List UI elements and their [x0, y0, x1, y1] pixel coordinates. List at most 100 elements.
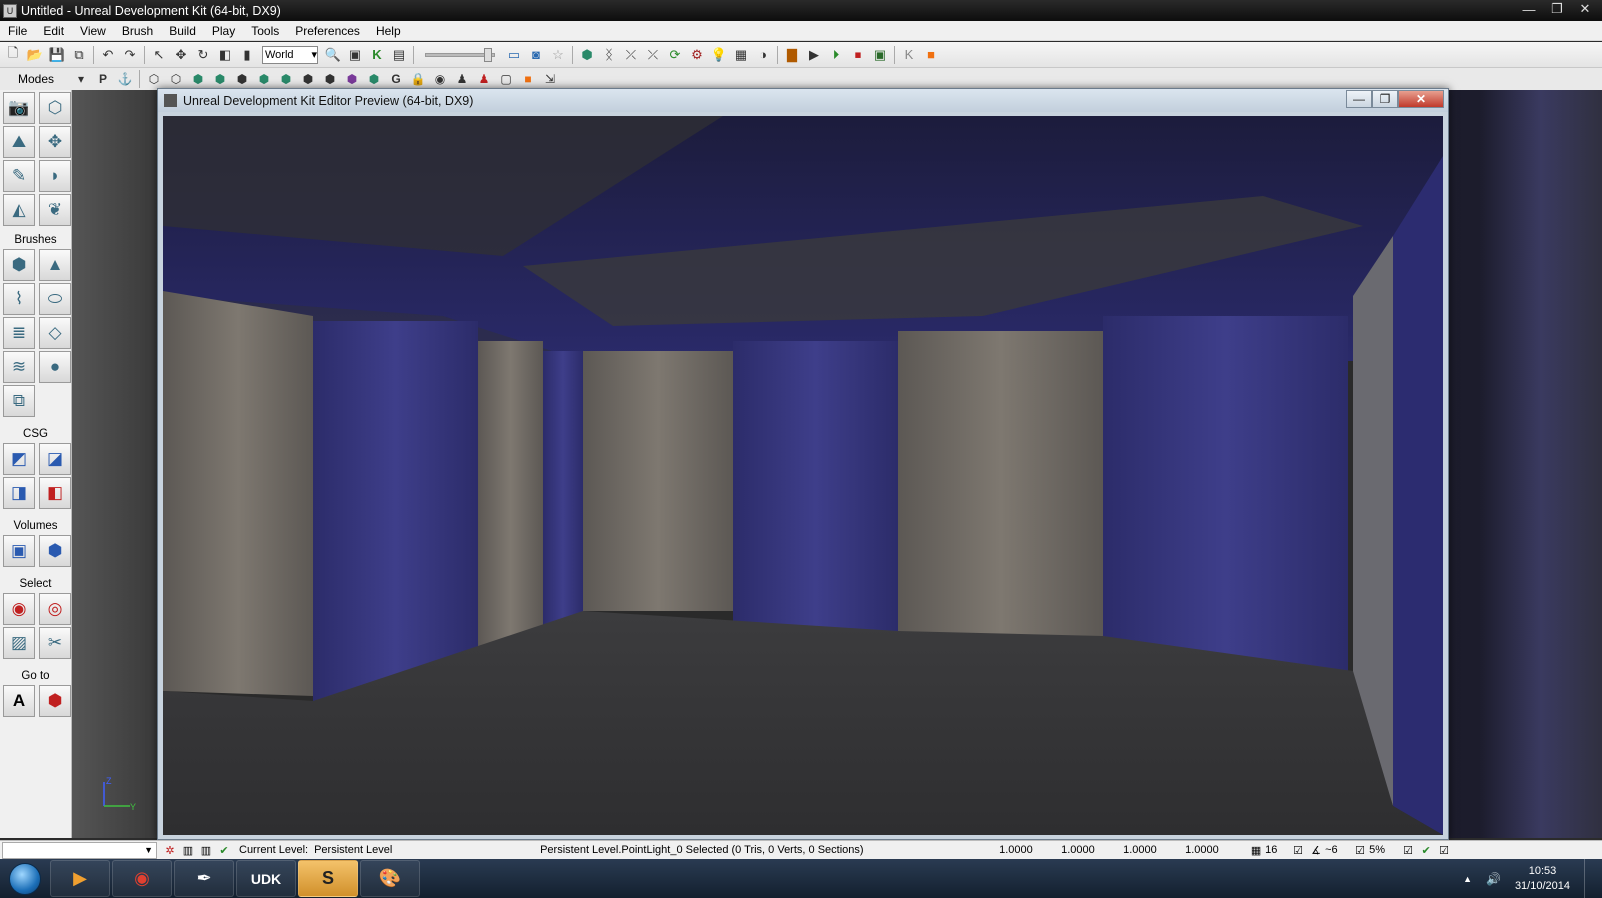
kismet-debug-icon[interactable]: K	[898, 44, 920, 66]
light-icon[interactable]: 💡	[708, 44, 730, 66]
chevron-down-icon[interactable]: ▾	[70, 69, 92, 89]
stop-icon[interactable]: ■	[920, 44, 942, 66]
rotation-toggle-checkbox[interactable]: ☑	[1351, 842, 1369, 858]
slider-thumb[interactable]	[484, 47, 492, 62]
csg-deintersect-icon[interactable]: ◧	[39, 477, 71, 509]
brush-wire-icon[interactable]: ⬡	[165, 69, 187, 89]
grid-icon[interactable]: ▦	[1247, 842, 1265, 858]
save-all-icon[interactable]: ⧉	[68, 44, 90, 66]
csg-subtract-icon[interactable]: ◪	[39, 443, 71, 475]
game-view-icon[interactable]: G	[385, 69, 407, 89]
show-desktop-button[interactable]	[1584, 859, 1594, 898]
sublime-icon[interactable]: S	[298, 860, 358, 897]
pin-icon[interactable]: ⇲	[539, 69, 561, 89]
csg-intersect-icon[interactable]: ◨	[3, 477, 35, 509]
chrome-icon[interactable]: ◉	[112, 860, 172, 897]
realtime-checkbox[interactable]: ☑	[1435, 842, 1453, 858]
spiral-stairs-icon[interactable]: ≋	[3, 351, 35, 383]
menu-tools[interactable]: Tools	[243, 24, 287, 38]
level-visibility-icon[interactable]: ✔	[215, 842, 233, 858]
cone-icon[interactable]: ▲	[39, 249, 71, 281]
drag-scale-w[interactable]: 1.0000	[1185, 844, 1247, 856]
texture-icon[interactable]: ▣	[344, 44, 366, 66]
goto-builder-brush-icon[interactable]: ⬢	[39, 685, 71, 717]
level-dropdown[interactable]: ▼	[2, 841, 157, 859]
play-in-editor-icon[interactable]: ▶	[803, 44, 825, 66]
p-button[interactable]: P	[92, 69, 114, 89]
record-icon[interactable]: ■	[517, 69, 539, 89]
preview-titlebar[interactable]: Unreal Development Kit Editor Preview (6…	[158, 89, 1448, 112]
lit-icon[interactable]: ⬢	[209, 69, 231, 89]
build-lighting-icon[interactable]: ᛝ	[598, 44, 620, 66]
start-button[interactable]	[0, 859, 50, 898]
paint-icon[interactable]: ✎	[3, 160, 35, 192]
foliage-icon[interactable]: ❦	[39, 194, 71, 226]
content-browser-icon[interactable]: ▤	[388, 44, 410, 66]
view-mode-icon[interactable]: ▭	[503, 44, 525, 66]
level-icon[interactable]: ✲	[161, 842, 179, 858]
translate-icon[interactable]: ✥	[170, 44, 192, 66]
csg-add-icon[interactable]: ◩	[3, 443, 35, 475]
show-selected-icon[interactable]: ◉	[3, 593, 35, 625]
texture-density-icon[interactable]: ⬢	[297, 69, 319, 89]
menu-build[interactable]: Build	[161, 24, 204, 38]
preview-maximize-button[interactable]: ❐	[1372, 90, 1398, 108]
paint-icon[interactable]: 🎨	[360, 860, 420, 897]
menu-play[interactable]: Play	[204, 24, 243, 38]
udk-icon[interactable]: UDK	[236, 860, 296, 897]
scale-toggle-checkbox[interactable]: ☑	[1399, 842, 1417, 858]
menu-help[interactable]: Help	[368, 24, 409, 38]
lock-icon[interactable]: 🔒	[407, 69, 429, 89]
play-on-console-icon[interactable]: ⏹	[847, 44, 869, 66]
matinee-icon[interactable]: ▇	[781, 44, 803, 66]
select-icon[interactable]: ↖	[148, 44, 170, 66]
coordinate-system-dropdown[interactable]: World ▾	[262, 45, 318, 64]
sheet-icon[interactable]: ◇	[39, 317, 71, 349]
menu-edit[interactable]: Edit	[35, 24, 72, 38]
open-icon[interactable]: 📂	[24, 44, 46, 66]
kismet-icon[interactable]: K	[366, 44, 388, 66]
drag-scale-z[interactable]: 1.0000	[1123, 844, 1185, 856]
menu-file[interactable]: File	[0, 24, 35, 38]
level-lock-icon[interactable]: ▥	[179, 842, 197, 858]
scale-nonuniform-icon[interactable]: ▮	[236, 44, 258, 66]
new-icon[interactable]: 🗋	[2, 44, 24, 66]
grid-size-value[interactable]: 16	[1265, 844, 1289, 856]
volume-icon[interactable]: 🔊	[1486, 872, 1501, 886]
preview-minimize-button[interactable]: —	[1346, 90, 1372, 108]
inkscape-icon[interactable]: ✒	[174, 860, 234, 897]
realtime-icon[interactable]: ◙	[525, 44, 547, 66]
monitor-icon[interactable]: ▣	[869, 44, 891, 66]
drag-scale-y[interactable]: 1.0000	[1061, 844, 1123, 856]
viewport-frame-icon[interactable]: ▢	[495, 69, 517, 89]
volumetric-icon[interactable]: ⧉	[3, 385, 35, 417]
play-on-pc-icon[interactable]: ⏵	[825, 44, 847, 66]
goto-actor-icon[interactable]: A	[3, 685, 35, 717]
volume-icon[interactable]: ⬢	[39, 535, 71, 567]
detail-lighting-icon[interactable]: ⬢	[231, 69, 253, 89]
shader-complexity-icon[interactable]: ⬢	[319, 69, 341, 89]
lightmap-density-icon[interactable]: ⬢	[341, 69, 363, 89]
redo-icon[interactable]: ↷	[119, 44, 141, 66]
texture-stats-icon[interactable]: ▦	[730, 44, 752, 66]
scale-icon[interactable]: ◧	[214, 44, 236, 66]
geometry-icon[interactable]: ⬡	[39, 92, 71, 124]
build-cover-icon[interactable]: ⤫	[642, 44, 664, 66]
anchor-icon[interactable]: ⚓	[114, 69, 136, 89]
autosave-icon[interactable]: ✔	[1417, 842, 1435, 858]
build-all-icon[interactable]: ⟳	[664, 44, 686, 66]
wireframe-icon[interactable]: ⬡	[143, 69, 165, 89]
drag-scale-x[interactable]: 1.0000	[999, 844, 1061, 856]
scale-snap-value[interactable]: 5%	[1369, 844, 1399, 856]
move-icon[interactable]: ✥	[39, 126, 71, 158]
camera-icon[interactable]: 📷	[3, 92, 35, 124]
menu-brush[interactable]: Brush	[114, 24, 161, 38]
minimize-button[interactable]: —	[1516, 0, 1542, 18]
select-all-icon[interactable]: ▨	[3, 627, 35, 659]
sphere-icon[interactable]: ●	[39, 351, 71, 383]
build-options-icon[interactable]: ⚙	[686, 44, 708, 66]
lighting-icon[interactable]: ⬢	[363, 69, 385, 89]
terrain-icon[interactable]: ⛰	[3, 126, 35, 158]
star-icon[interactable]: ☆	[547, 44, 569, 66]
restore-button[interactable]: ❐	[1544, 0, 1570, 18]
